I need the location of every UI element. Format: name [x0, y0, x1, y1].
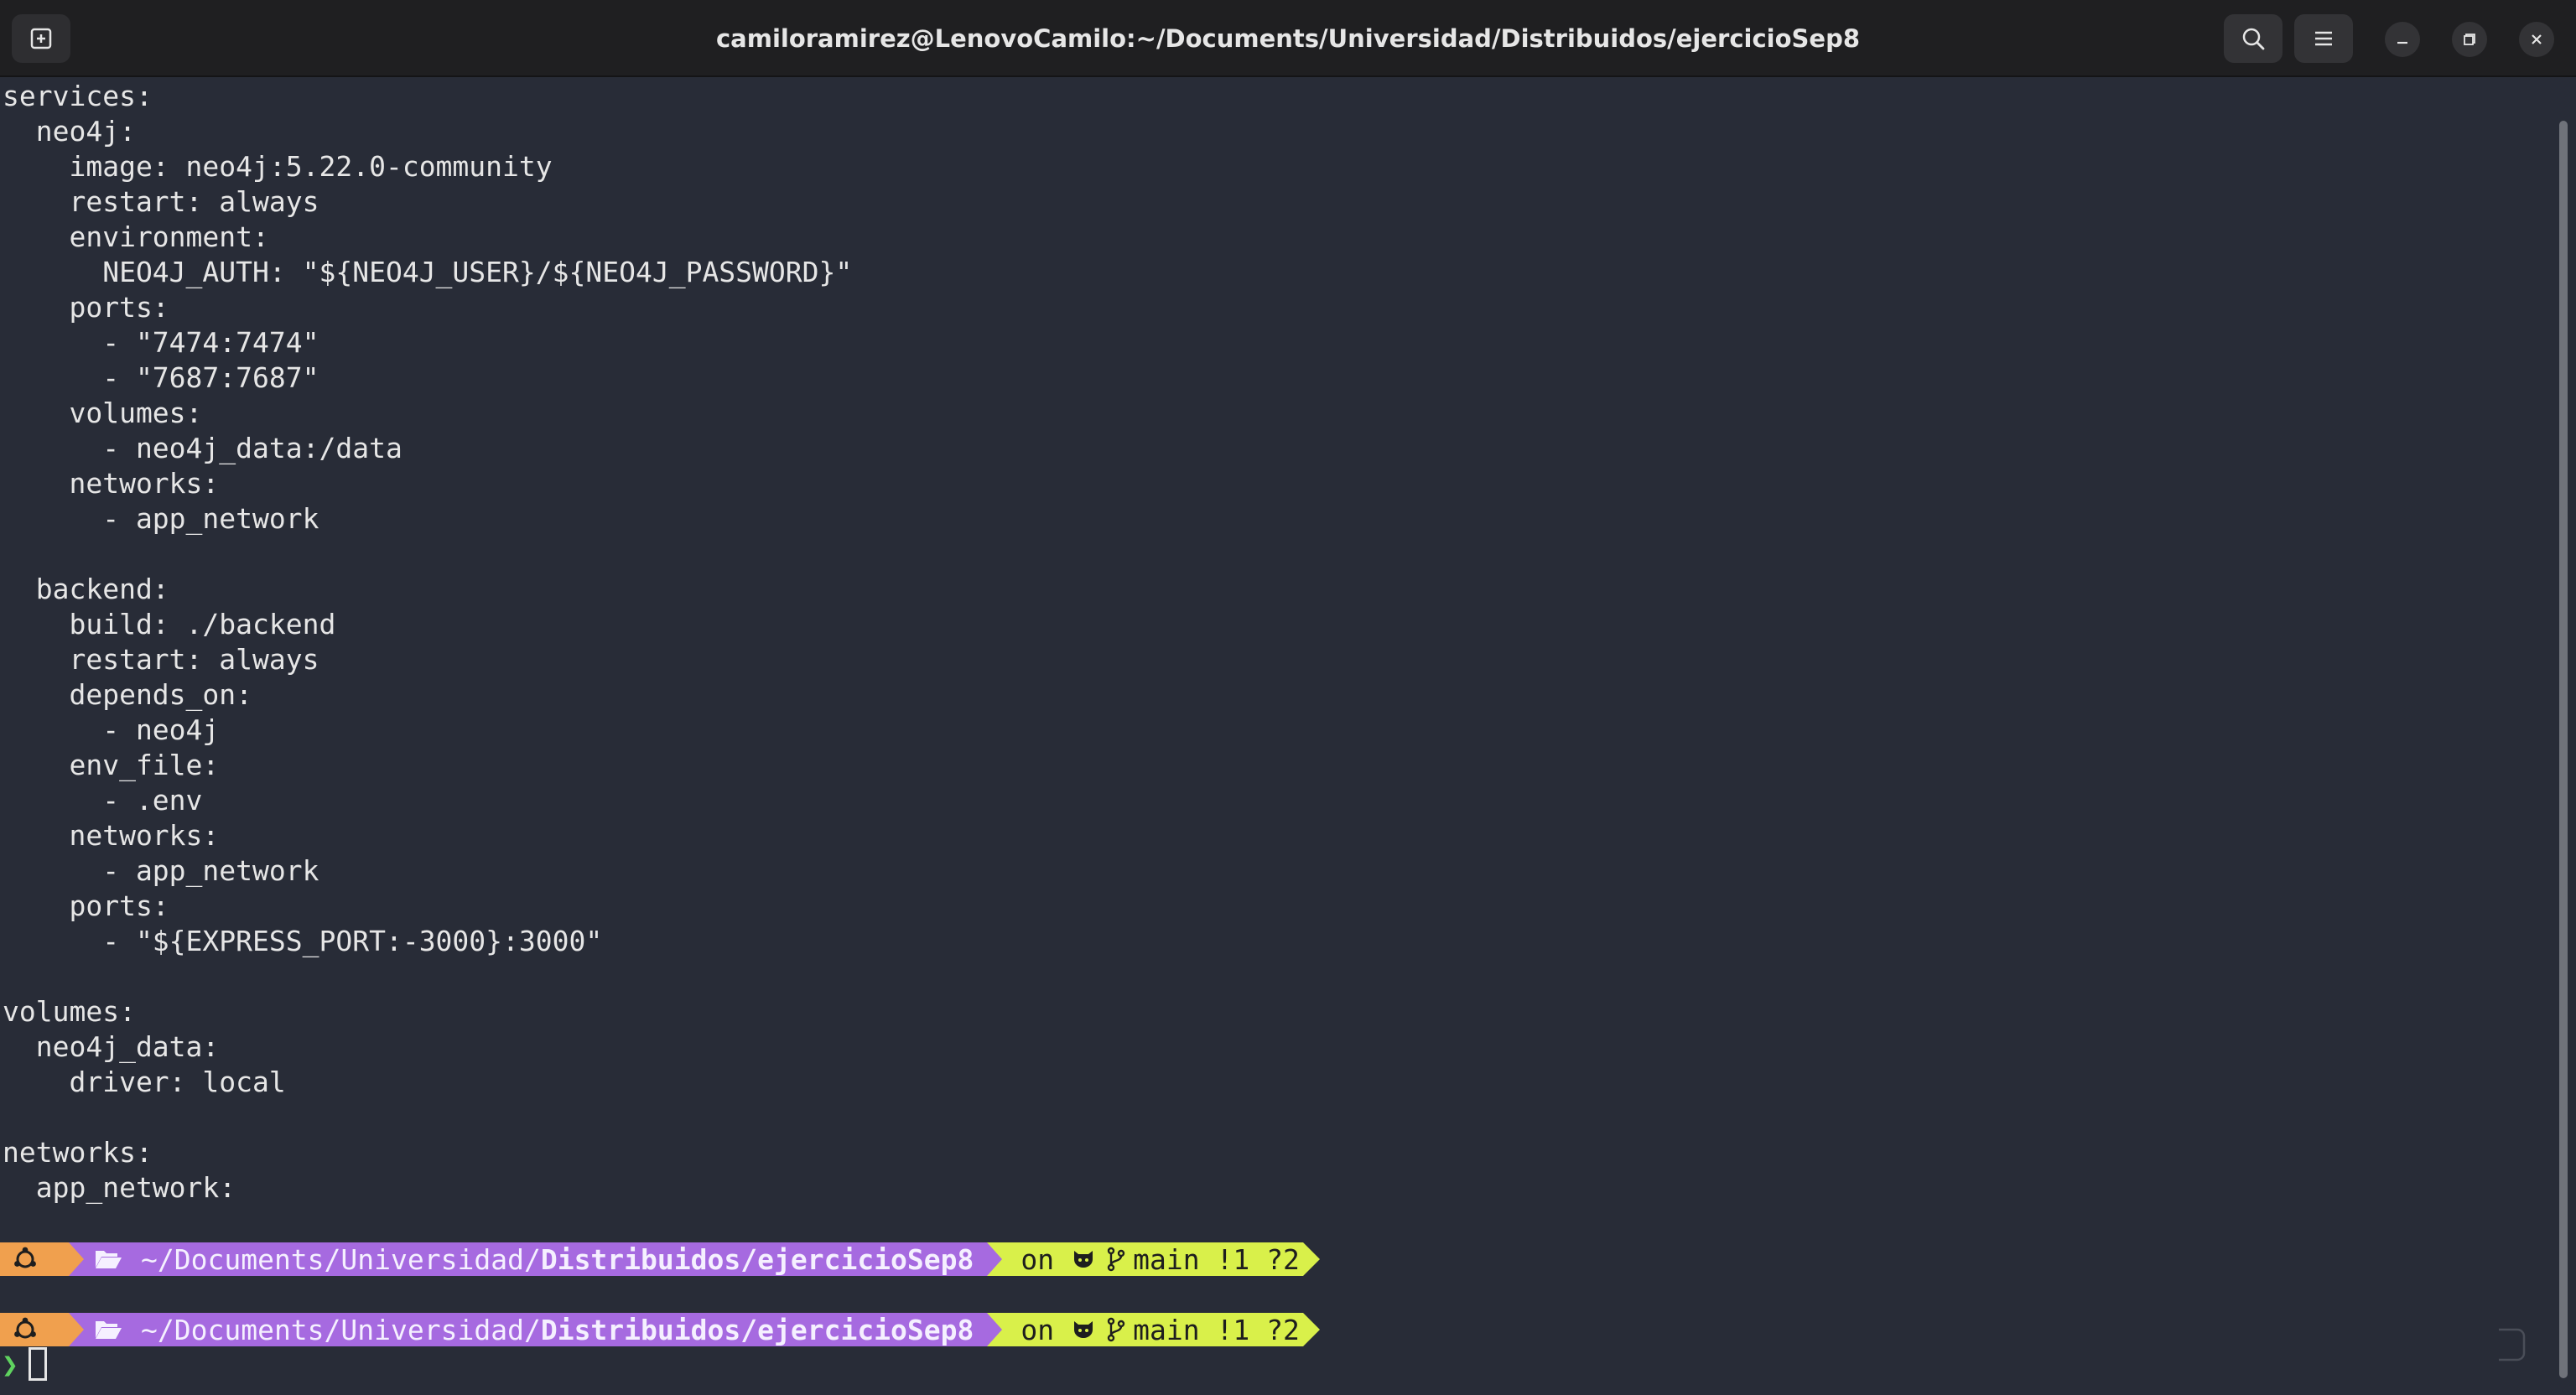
output-line: backend: [3, 573, 169, 605]
text-cursor [29, 1347, 47, 1381]
ubuntu-icon [14, 1247, 36, 1268]
segment-separator [987, 1313, 1003, 1346]
minimize-button[interactable] [2385, 22, 2420, 57]
output-line: - "7687:7687" [3, 361, 319, 394]
output-line: - "${EXPRESS_PORT:-3000}:3000" [3, 925, 603, 957]
git-status: !1 ?2 [1216, 1242, 1300, 1276]
prompt-chevron: ❯ [2, 1347, 18, 1381]
git-branch: main [1133, 1313, 1200, 1346]
close-icon [2532, 34, 2542, 44]
output-line: volumes: [3, 995, 136, 1028]
terminal-output: services: neo4j: image: neo4j:5.22.0-com… [3, 79, 852, 1206]
git-on-label: on [1021, 1313, 1055, 1346]
output-line: - app_network [3, 854, 319, 887]
output-line: ports: [3, 291, 169, 324]
window-title: camiloramirez@LenovoCamilo:~/Documents/U… [715, 24, 1861, 53]
output-line: - app_network [3, 502, 319, 535]
git-on-label: on [1021, 1242, 1055, 1276]
menu-button[interactable] [2294, 14, 2353, 63]
scrollbar[interactable] [2559, 121, 2568, 1378]
segment-separator [1302, 1313, 1320, 1346]
shell-prompt: ~/Documents/Universidad/Distribuidos/eje… [0, 1242, 1320, 1276]
maximize-button[interactable] [2452, 22, 2487, 57]
shell-prompt: ~/Documents/Universidad/Distribuidos/eje… [0, 1313, 1320, 1346]
output-line: networks: [3, 1136, 153, 1169]
git-branch-icon [1107, 1317, 1125, 1342]
path-current: Distribuidos/ejercicioSep8 [540, 1242, 974, 1276]
git-segment: on main !1 ?2 [1002, 1242, 1303, 1276]
ubuntu-icon [14, 1317, 36, 1339]
output-line: build: ./backend [3, 608, 336, 640]
folder-open-icon [96, 1321, 122, 1339]
resize-corner-icon [2499, 1328, 2526, 1361]
git-segment: on main !1 ?2 [1002, 1313, 1303, 1346]
hamburger-icon [2315, 31, 2332, 46]
segment-separator [987, 1242, 1003, 1276]
folder-open-icon [96, 1251, 122, 1268]
output-line: services: [3, 80, 153, 112]
search-button[interactable] [2224, 14, 2283, 63]
git-status: !1 ?2 [1216, 1313, 1300, 1346]
output-line: - neo4j [3, 713, 220, 746]
segment-separator [69, 1242, 84, 1276]
output-line: env_file: [3, 749, 220, 781]
output-line: neo4j: [3, 115, 136, 148]
output-line: ports: [3, 889, 169, 922]
output-line: image: neo4j:5.22.0-community [3, 150, 553, 183]
output-line: - "7474:7474" [3, 326, 319, 359]
output-line: networks: [3, 819, 220, 852]
segment-separator [1302, 1242, 1320, 1276]
minimize-icon [2397, 41, 2407, 44]
path-segment: ~/Documents/Universidad/Distribuidos/eje… [84, 1242, 988, 1276]
output-line: networks: [3, 467, 220, 500]
os-segment [0, 1242, 69, 1276]
os-segment [0, 1313, 69, 1346]
segment-separator [69, 1313, 84, 1346]
github-icon [1074, 1251, 1093, 1268]
search-icon [2242, 28, 2265, 50]
output-line: volumes: [3, 397, 203, 429]
output-line: restart: always [3, 643, 319, 676]
maximize-icon [2464, 34, 2475, 45]
output-line: restart: always [3, 185, 319, 218]
output-line: environment: [3, 220, 269, 253]
path-current: Distribuidos/ejercicioSep8 [540, 1313, 974, 1346]
output-line: app_network: [3, 1171, 236, 1204]
path-prefix: ~/Documents/Universidad/ [141, 1313, 541, 1346]
output-line: - neo4j_data:/data [3, 432, 402, 464]
output-line: driver: local [3, 1066, 286, 1098]
title-bar: camiloramirez@LenovoCamilo:~/Documents/U… [0, 0, 2576, 77]
close-button[interactable] [2519, 22, 2554, 57]
output-line: depends_on: [3, 678, 253, 711]
path-prefix: ~/Documents/Universidad/ [141, 1242, 541, 1276]
git-branch-icon [1107, 1247, 1125, 1272]
terminal-area[interactable]: services: neo4j: image: neo4j:5.22.0-com… [0, 79, 2576, 1395]
command-input-line[interactable]: ❯ [0, 1346, 47, 1382]
output-line: - .env [3, 784, 203, 817]
github-icon [1074, 1321, 1093, 1338]
output-line: NEO4J_AUTH: "${NEO4J_USER}/${NEO4J_PASSW… [3, 256, 853, 288]
path-segment: ~/Documents/Universidad/Distribuidos/eje… [84, 1313, 988, 1346]
git-branch: main [1133, 1242, 1200, 1276]
output-line: neo4j_data: [3, 1030, 220, 1063]
